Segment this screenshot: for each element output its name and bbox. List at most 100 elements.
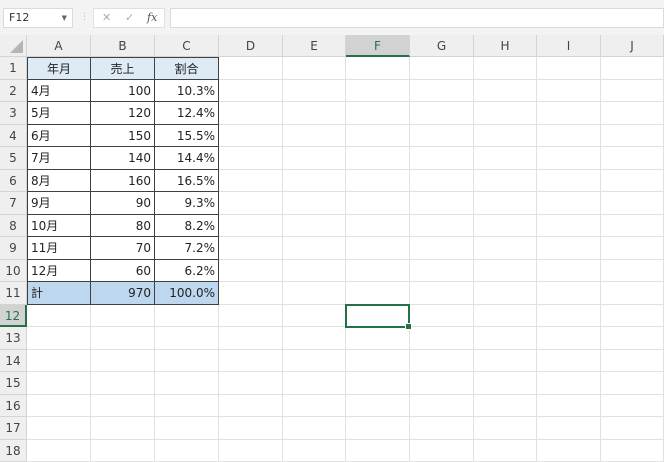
cell-H3[interactable] [474, 102, 537, 125]
cell-H5[interactable] [474, 147, 537, 170]
cell-I18[interactable] [537, 439, 601, 462]
column-header-J[interactable]: J [601, 35, 664, 57]
cell-D17[interactable] [219, 417, 283, 440]
cell-J14[interactable] [601, 349, 664, 372]
cell-F2[interactable] [346, 79, 410, 102]
drag-handle-icon[interactable]: ⋮ [80, 12, 89, 22]
cell-D2[interactable] [219, 79, 283, 102]
row-header-13[interactable]: 13 [0, 327, 27, 350]
column-header-A[interactable]: A [27, 35, 91, 57]
column-header-B[interactable]: B [91, 35, 155, 57]
cell-J13[interactable] [601, 327, 664, 350]
cell-B6[interactable]: 160 [91, 169, 155, 192]
cell-E2[interactable] [283, 79, 346, 102]
cell-C11[interactable]: 100.0% [155, 282, 219, 305]
cell-D4[interactable] [219, 124, 283, 147]
cell-G4[interactable] [410, 124, 474, 147]
row-header-15[interactable]: 15 [0, 372, 27, 395]
cell-G6[interactable] [410, 169, 474, 192]
cell-C1[interactable]: 割合 [155, 57, 219, 80]
row-header-12[interactable]: 12 [0, 304, 27, 327]
cell-A11[interactable]: 計 [27, 282, 91, 305]
cell-A8[interactable]: 10月 [27, 214, 91, 237]
cell-I16[interactable] [537, 394, 601, 417]
cell-H18[interactable] [474, 439, 537, 462]
cell-J10[interactable] [601, 259, 664, 282]
cell-I6[interactable] [537, 169, 601, 192]
cell-C2[interactable]: 10.3% [155, 79, 219, 102]
cell-B14[interactable] [91, 349, 155, 372]
cell-I15[interactable] [537, 372, 601, 395]
row-header-8[interactable]: 8 [0, 214, 27, 237]
cell-D12[interactable] [219, 304, 283, 327]
cell-G5[interactable] [410, 147, 474, 170]
cell-E5[interactable] [283, 147, 346, 170]
cell-G13[interactable] [410, 327, 474, 350]
column-header-F[interactable]: F [346, 35, 410, 57]
cell-E10[interactable] [283, 259, 346, 282]
cell-C10[interactable]: 6.2% [155, 259, 219, 282]
cell-H1[interactable] [474, 57, 537, 80]
cell-G17[interactable] [410, 417, 474, 440]
cell-B15[interactable] [91, 372, 155, 395]
cell-B1[interactable]: 売上 [91, 57, 155, 80]
cell-D1[interactable] [219, 57, 283, 80]
column-header-H[interactable]: H [474, 35, 537, 57]
cell-B10[interactable]: 60 [91, 259, 155, 282]
cell-C3[interactable]: 12.4% [155, 102, 219, 125]
cell-B8[interactable]: 80 [91, 214, 155, 237]
cell-C5[interactable]: 14.4% [155, 147, 219, 170]
cell-A14[interactable] [27, 349, 91, 372]
cell-J7[interactable] [601, 192, 664, 215]
cell-J1[interactable] [601, 57, 664, 80]
cell-C13[interactable] [155, 327, 219, 350]
cell-B4[interactable]: 150 [91, 124, 155, 147]
cell-H6[interactable] [474, 169, 537, 192]
cell-F7[interactable] [346, 192, 410, 215]
insert-function-icon[interactable]: fx [147, 11, 157, 24]
cell-J12[interactable] [601, 304, 664, 327]
cell-F5[interactable] [346, 147, 410, 170]
cell-J17[interactable] [601, 417, 664, 440]
cell-F17[interactable] [346, 417, 410, 440]
cell-F14[interactable] [346, 349, 410, 372]
cell-A2[interactable]: 4月 [27, 79, 91, 102]
cell-D18[interactable] [219, 439, 283, 462]
cell-F9[interactable] [346, 237, 410, 260]
cell-C15[interactable] [155, 372, 219, 395]
cell-I13[interactable] [537, 327, 601, 350]
active-cell-cursor[interactable] [345, 303, 412, 330]
cell-E6[interactable] [283, 169, 346, 192]
column-header-G[interactable]: G [410, 35, 474, 57]
cell-E9[interactable] [283, 237, 346, 260]
cell-I5[interactable] [537, 147, 601, 170]
cell-G2[interactable] [410, 79, 474, 102]
cell-A18[interactable] [27, 439, 91, 462]
cell-A1[interactable]: 年月 [27, 57, 91, 80]
cell-A4[interactable]: 6月 [27, 124, 91, 147]
cell-D8[interactable] [219, 214, 283, 237]
cell-C12[interactable] [155, 304, 219, 327]
cell-G10[interactable] [410, 259, 474, 282]
cell-I7[interactable] [537, 192, 601, 215]
cell-D14[interactable] [219, 349, 283, 372]
row-header-5[interactable]: 5 [0, 147, 27, 170]
cell-G14[interactable] [410, 349, 474, 372]
cell-D15[interactable] [219, 372, 283, 395]
chevron-down-icon[interactable]: ▼ [62, 9, 67, 27]
cell-H9[interactable] [474, 237, 537, 260]
cell-H15[interactable] [474, 372, 537, 395]
cell-G12[interactable] [410, 304, 474, 327]
cancel-icon[interactable]: ✕ [102, 11, 111, 24]
cell-F11[interactable] [346, 282, 410, 305]
cell-C8[interactable]: 8.2% [155, 214, 219, 237]
cell-E15[interactable] [283, 372, 346, 395]
cell-E17[interactable] [283, 417, 346, 440]
cell-F15[interactable] [346, 372, 410, 395]
cell-C6[interactable]: 16.5% [155, 169, 219, 192]
cell-D10[interactable] [219, 259, 283, 282]
cell-I9[interactable] [537, 237, 601, 260]
cell-H8[interactable] [474, 214, 537, 237]
cell-C17[interactable] [155, 417, 219, 440]
cell-C16[interactable] [155, 394, 219, 417]
